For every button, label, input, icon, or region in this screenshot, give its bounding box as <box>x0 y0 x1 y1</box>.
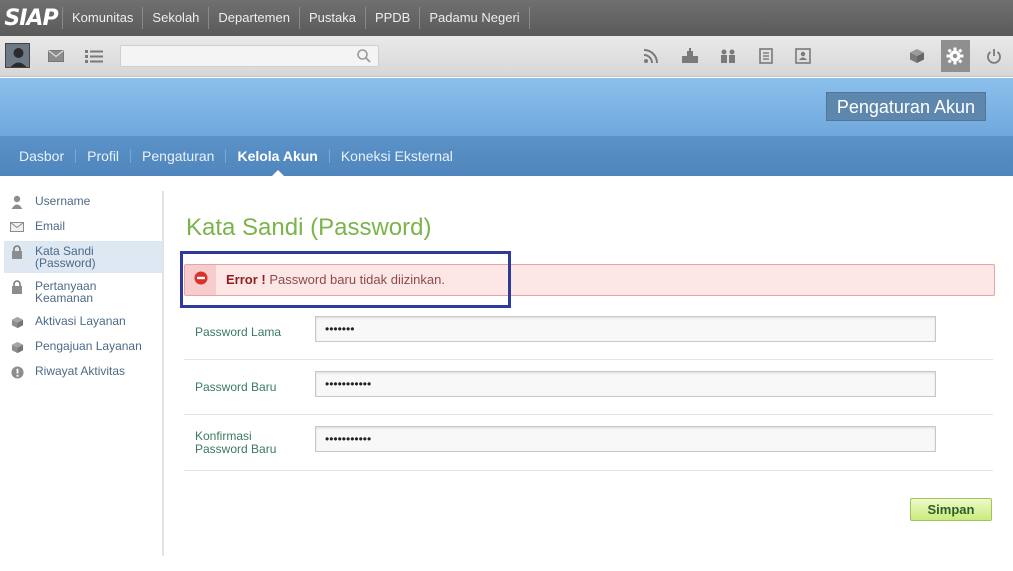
new-password-field[interactable] <box>315 371 936 397</box>
form-row-password-lama: Password Lama <box>184 305 993 360</box>
top-nav-sekolah[interactable]: Sekolah <box>142 7 208 29</box>
top-nav-ppdb[interactable]: PPDB <box>364 7 419 29</box>
document-icon[interactable] <box>755 45 777 67</box>
top-navigation-bar: SIAP Komunitas Sekolah Departemen Pustak… <box>0 0 1013 36</box>
top-nav-pustaka[interactable]: Pustaka <box>298 7 365 29</box>
sidebar-item-email[interactable]: Email <box>0 216 162 238</box>
sidebar-item-label: Username <box>35 194 91 208</box>
tab-profil[interactable]: Profil <box>76 149 132 163</box>
user-avatar[interactable] <box>5 43 30 68</box>
old-password-label: Password Lama <box>195 325 282 339</box>
alert-icon <box>9 365 25 379</box>
sidebar-item-label: Email <box>35 219 66 233</box>
top-nav-padamu-negeri[interactable]: Padamu Negeri <box>419 7 530 29</box>
form-row-password-baru: Password Baru <box>184 360 993 415</box>
sidebar-item-kata-sandi[interactable]: Kata Sandi (Password) <box>4 241 162 273</box>
lock-icon <box>9 280 25 294</box>
sidebar-item-label: Kata Sandi (Password) <box>35 244 96 270</box>
sidebar-item-label: Aktivasi Layanan <box>35 314 126 328</box>
top-nav-menu: Komunitas Sekolah Departemen Pustaka PPD… <box>62 0 530 36</box>
search-icon[interactable] <box>356 48 372 64</box>
section-title: Kata Sandi (Password) <box>186 214 432 241</box>
box-icon <box>9 315 25 329</box>
sidebar-item-username[interactable]: Username <box>0 191 162 213</box>
search-input[interactable] <box>120 45 379 67</box>
confirm-password-label: Konfirmasi Password Baru <box>195 429 277 456</box>
form-row-konfirmasi-password: Konfirmasi Password Baru <box>184 415 993 471</box>
tab-dasbor[interactable]: Dasbor <box>8 149 77 163</box>
top-nav-komunitas[interactable]: Komunitas <box>62 7 142 29</box>
save-button[interactable]: Simpan <box>910 498 992 521</box>
power-icon[interactable] <box>983 45 1005 67</box>
box-icon <box>9 340 25 354</box>
account-subnav: Dasbor Profil Pengaturan Kelola Akun Kon… <box>0 136 1013 177</box>
new-password-label: Password Baru <box>195 380 277 394</box>
sidebar-item-aktivasi-layanan[interactable]: Aktivasi Layanan <box>0 311 162 333</box>
tab-pengaturan[interactable]: Pengaturan <box>131 149 227 163</box>
sidebar-item-pertanyaan-keamanan[interactable]: Pertanyaan Keamanan <box>0 276 162 308</box>
group-icon[interactable] <box>717 45 739 67</box>
tab-kelola-akun[interactable]: Kelola Akun <box>226 149 330 177</box>
tab-koneksi-eksternal[interactable]: Koneksi Eksternal <box>330 149 464 163</box>
sidebar-item-riwayat-aktivitas[interactable]: Riwayat Aktivitas <box>0 361 162 383</box>
rss-icon[interactable] <box>640 45 662 67</box>
contact-card-icon[interactable] <box>792 45 814 67</box>
sidebar-item-label: Pengajuan Layanan <box>35 339 142 353</box>
envelope-icon[interactable] <box>45 45 67 67</box>
confirm-password-field[interactable] <box>315 426 936 452</box>
top-nav-departemen[interactable]: Departemen <box>208 7 299 29</box>
sidebar-item-label: Pertanyaan Keamanan <box>35 279 97 305</box>
sidebar-item-pengajuan-layanan[interactable]: Pengajuan Layanan <box>0 336 162 358</box>
envelope-icon <box>9 220 25 234</box>
gear-icon <box>944 45 966 67</box>
settings-button[interactable] <box>941 40 970 72</box>
siap-logo[interactable]: SIAP <box>0 0 62 36</box>
toolbar <box>0 36 1013 77</box>
school-icon[interactable] <box>679 45 701 67</box>
lock-icon <box>9 245 25 259</box>
error-highlight-box <box>180 251 511 308</box>
page-banner: Pengaturan Akun <box>0 78 1013 136</box>
settings-sidebar: Username Email Kata Sandi (Password) Per… <box>0 191 164 556</box>
sidebar-item-label: Riwayat Aktivitas <box>35 364 126 378</box>
list-icon[interactable] <box>83 45 105 67</box>
old-password-field[interactable] <box>315 316 936 342</box>
user-icon <box>9 195 25 209</box>
page-title: Pengaturan Akun <box>825 92 986 121</box>
cube-icon[interactable] <box>906 45 928 67</box>
